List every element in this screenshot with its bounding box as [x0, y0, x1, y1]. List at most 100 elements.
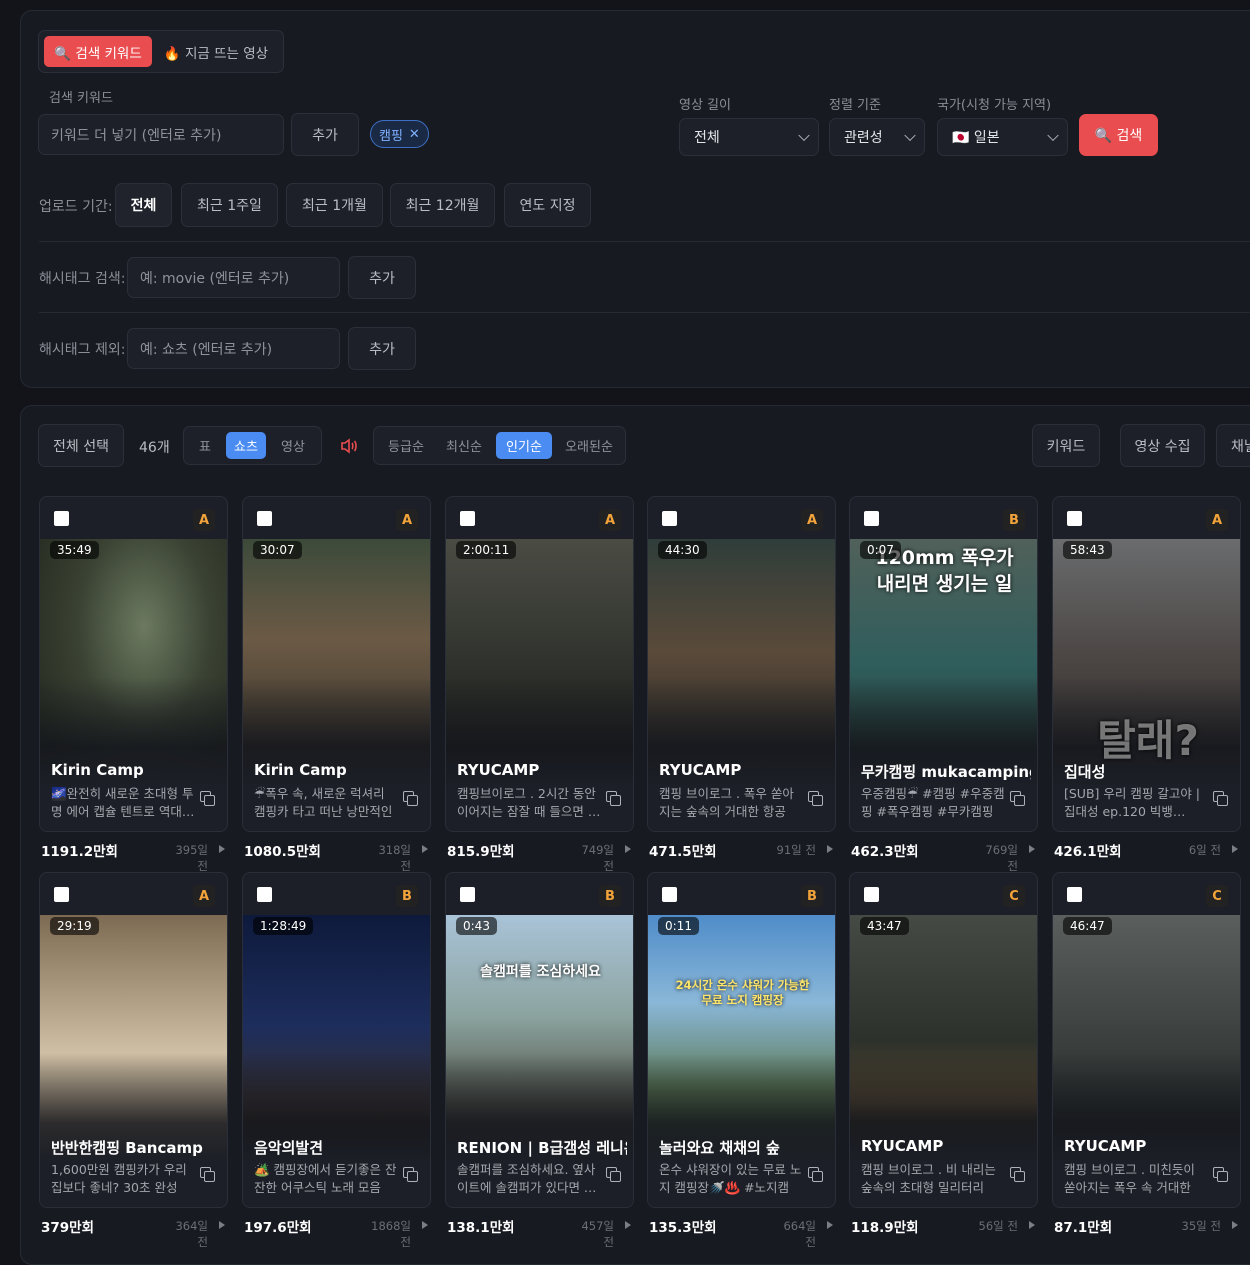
video-title[interactable]: 1,600만원 캠핑카가 우리 집보다 좋네? 30초 완성 풀… [51, 1161, 197, 1197]
tab-search-keyword[interactable]: 🔍 검색 키워드 [44, 36, 152, 67]
country-select[interactable]: 🇯🇵 일본 [937, 118, 1068, 156]
copy-icon[interactable] [403, 791, 418, 806]
copy-icon[interactable] [808, 1167, 823, 1182]
view-mode-tab[interactable]: 영상 [272, 432, 314, 459]
channel-name[interactable]: 무카캠핑 mukacamping [861, 761, 1031, 782]
channel-name[interactable]: 반반한캠핑 Bancamp [51, 1137, 221, 1158]
copy-icon[interactable] [200, 791, 215, 806]
select-all-button[interactable]: 전체 선택 [38, 424, 124, 467]
toolbar-button[interactable]: 키워드 [1032, 424, 1100, 467]
select-checkbox[interactable] [1067, 511, 1082, 526]
select-checkbox[interactable] [54, 887, 69, 902]
play-icon[interactable] [625, 1221, 631, 1229]
select-checkbox[interactable] [1067, 887, 1082, 902]
video-title[interactable]: 우중캠핑☔ #캠핑 #우중캠핑 #폭우캠핑 #무카캠핑 … [861, 785, 1007, 821]
channel-name[interactable]: RENION | B급갬성 레니온 [457, 1137, 627, 1158]
hashtag-exclude-input[interactable]: 예: 쇼츠 (엔터로 추가) [127, 328, 340, 369]
play-icon[interactable] [219, 1221, 225, 1229]
video-title[interactable]: 캠핑브이로그 . 2시간 동안 이어지는 잠잘 때 들으면 … [457, 785, 603, 821]
speaker-icon[interactable] [340, 437, 360, 455]
sort-tab[interactable]: 인기순 [496, 432, 552, 459]
video-card[interactable]: A 2:00:11 RYUCAMP 캠핑브이로그 . 2시간 동안 이어지는 잠잘 때… [445, 496, 634, 832]
video-title[interactable]: 솔캠퍼를 조심하세요. 옆사이트에 솔캠퍼가 있다면 … [457, 1161, 603, 1197]
video-title[interactable]: [SUB] 우리 캠핑 갈고야 | 집대성 ep.120 빅뱅… [1064, 785, 1210, 821]
copy-icon[interactable] [403, 1167, 418, 1182]
video-title[interactable]: 온수 샤워장이 있는 무료 노지 캠핑장🚿♨️ #노지캠핑… [659, 1161, 805, 1197]
sort-tab[interactable]: 오래된순 [557, 432, 621, 459]
period-option[interactable]: 최근 12개월 [390, 183, 495, 227]
channel-name[interactable]: 음악의발견 [254, 1137, 424, 1158]
select-checkbox[interactable] [864, 887, 879, 902]
play-icon[interactable] [219, 845, 225, 853]
select-checkbox[interactable] [662, 511, 677, 526]
copy-icon[interactable] [1010, 791, 1025, 806]
video-card[interactable]: 120mm 폭우가 내리면 생기는 일 B 0:07 무카캠핑 mukacamping… [849, 496, 1038, 832]
play-icon[interactable] [1232, 1221, 1238, 1229]
copy-icon[interactable] [808, 791, 823, 806]
view-mode-tab[interactable]: 표 [190, 432, 220, 459]
select-checkbox[interactable] [460, 511, 475, 526]
play-icon[interactable] [827, 845, 833, 853]
toolbar-button[interactable]: 채널 [1216, 424, 1250, 467]
video-card[interactable]: A 44:30 RYUCAMP 캠핑 브이로그 . 폭우 쏟아지는 숲속의 거대한 항… [647, 496, 836, 832]
video-title[interactable]: 캠핑 브이로그 . 미친듯이 쏟아지는 폭우 속 거대한 10… [1064, 1161, 1210, 1197]
video-title[interactable]: 🏕️ 캠핑장에서 듣기좋은 잔잔한 어쿠스틱 노래 모음 |… [254, 1161, 400, 1197]
video-card[interactable]: 솔캠퍼를 조심하세요 B 0:43 RENION | B급갬성 레니온 솔캠퍼를 조심하… [445, 872, 634, 1208]
channel-name[interactable]: RYUCAMP [861, 1137, 1031, 1155]
keyword-input[interactable]: 키워드 더 넣기 (엔터로 추가) [38, 114, 284, 155]
select-checkbox[interactable] [460, 887, 475, 902]
add-keyword-button[interactable]: 추가 [291, 113, 359, 156]
sort-tab[interactable]: 최신순 [438, 432, 490, 459]
hashtag-include-input[interactable]: 예: movie (엔터로 추가) [127, 257, 340, 298]
add-hashtag-include-button[interactable]: 추가 [348, 256, 416, 299]
video-card[interactable]: B 1:28:49 음악의발견 🏕️ 캠핑장에서 듣기좋은 잔잔한 어쿠스틱 노래 모… [242, 872, 431, 1208]
period-option[interactable]: 최근 1개월 [286, 183, 383, 227]
video-title[interactable]: ☔폭우 속, 새로운 럭셔리 캠핑카 타고 떠난 낭만적인 … [254, 785, 400, 821]
channel-name[interactable]: RYUCAMP [1064, 1137, 1234, 1155]
play-icon[interactable] [625, 845, 631, 853]
period-option[interactable]: 최근 1주일 [181, 183, 278, 227]
channel-name[interactable]: Kirin Camp [51, 761, 221, 779]
select-checkbox[interactable] [864, 511, 879, 526]
video-card[interactable]: C 43:47 RYUCAMP 캠핑 브이로그 . 비 내리는 숲속의 초대형 밀리터… [849, 872, 1038, 1208]
video-card[interactable]: 탈래? A 58:43 집대성 [SUB] 우리 캠핑 갈고야 | 집대성 ep.120… [1052, 496, 1241, 832]
channel-name[interactable]: 놀러와요 채채의 숲 [659, 1137, 829, 1158]
copy-icon[interactable] [606, 1167, 621, 1182]
play-icon[interactable] [1232, 845, 1238, 853]
copy-icon[interactable] [1213, 791, 1228, 806]
play-icon[interactable] [1029, 845, 1035, 853]
select-checkbox[interactable] [257, 511, 272, 526]
play-icon[interactable] [422, 1221, 428, 1229]
video-card[interactable]: 24시간 온수 샤워가 가능한 무료 노지 캠핑장 B 0:11 놀러와요 채채의 숲… [647, 872, 836, 1208]
select-checkbox[interactable] [54, 511, 69, 526]
video-card[interactable]: C 46:47 RYUCAMP 캠핑 브이로그 . 미친듯이 쏟아지는 폭우 속 거대… [1052, 872, 1241, 1208]
channel-name[interactable]: Kirin Camp [254, 761, 424, 779]
period-option[interactable]: 전체 [115, 183, 172, 227]
close-icon[interactable]: ✕ [409, 127, 420, 142]
video-title[interactable]: 🌌완전히 새로운 초대형 투명 에어 캡슐 텐트로 역대… [51, 785, 197, 821]
select-checkbox[interactable] [257, 887, 272, 902]
search-button[interactable]: 🔍 검색 [1079, 114, 1158, 156]
video-card[interactable]: A 35:49 Kirin Camp 🌌완전히 새로운 초대형 투명 에어 캡슐 텐트… [39, 496, 228, 832]
video-card[interactable]: A 30:07 Kirin Camp ☔폭우 속, 새로운 럭셔리 캠핑카 타고 떠난… [242, 496, 431, 832]
sort-select[interactable]: 관련성 [829, 118, 925, 156]
channel-name[interactable]: RYUCAMP [457, 761, 627, 779]
play-icon[interactable] [422, 845, 428, 853]
period-option[interactable]: 연도 지정 [504, 183, 591, 227]
toolbar-button[interactable]: 영상 수집 [1120, 424, 1205, 467]
select-checkbox[interactable] [662, 887, 677, 902]
length-select[interactable]: 전체 [679, 118, 819, 156]
tab-trending[interactable]: 🔥 지금 뜨는 영상 [157, 36, 275, 67]
video-card[interactable]: A 29:19 반반한캠핑 Bancamp 1,600만원 캠핑카가 우리 집보다 좋… [39, 872, 228, 1208]
add-hashtag-exclude-button[interactable]: 추가 [348, 327, 416, 370]
copy-icon[interactable] [200, 1167, 215, 1182]
video-title[interactable]: 캠핑 브이로그 . 비 내리는 숲속의 초대형 밀리터리 2… [861, 1161, 1007, 1197]
video-title[interactable]: 캠핑 브이로그 . 폭우 쏟아지는 숲속의 거대한 항공모… [659, 785, 805, 821]
copy-icon[interactable] [1010, 1167, 1025, 1182]
copy-icon[interactable] [606, 791, 621, 806]
channel-name[interactable]: 집대성 [1064, 761, 1234, 782]
play-icon[interactable] [827, 1221, 833, 1229]
copy-icon[interactable] [1213, 1167, 1228, 1182]
channel-name[interactable]: RYUCAMP [659, 761, 829, 779]
sort-tab[interactable]: 등급순 [380, 432, 432, 459]
